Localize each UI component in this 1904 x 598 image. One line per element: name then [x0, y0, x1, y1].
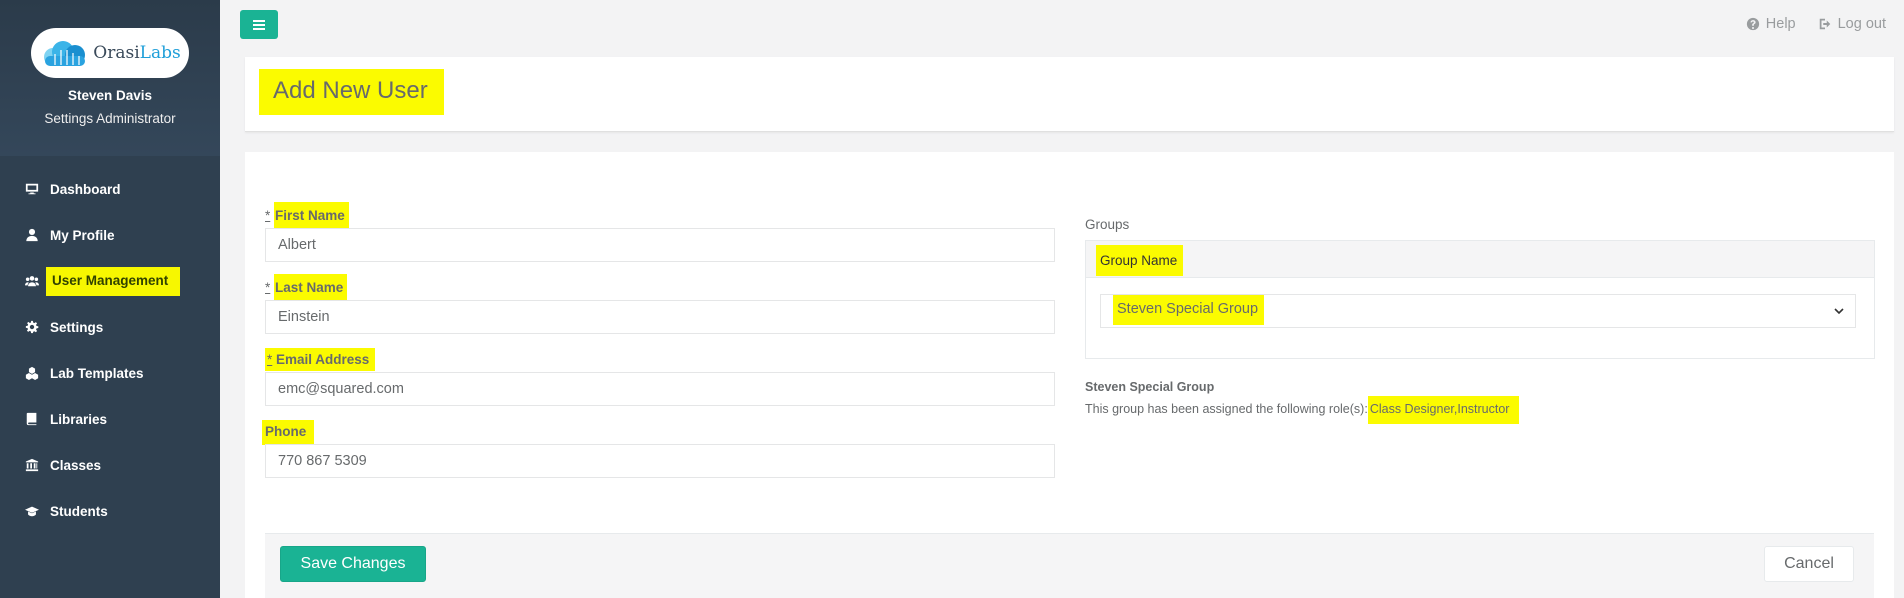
sidebar-item-libraries[interactable]: Libraries	[0, 396, 220, 442]
user-name: Steven Davis	[67, 88, 153, 103]
question-circle-icon	[1746, 17, 1759, 31]
phone-label: Phone	[262, 420, 315, 445]
cubes-icon	[24, 365, 40, 381]
first-name-label: * First Name	[265, 202, 349, 229]
sidebar-item-classes[interactable]: Classes	[0, 442, 220, 488]
sidebar-item-students[interactable]: Students	[0, 488, 220, 534]
save-changes-button[interactable]: Save Changes	[280, 546, 426, 582]
cloud-logo-icon	[44, 41, 86, 66]
groups-table-header: Group Name	[1086, 241, 1874, 278]
group-info-text: This group has been assigned the followi…	[1085, 396, 1520, 424]
sidebar-item-label: Lab Templates	[50, 365, 144, 381]
email-label: * Email Address	[265, 348, 376, 371]
page-heading: Add New User	[245, 57, 1894, 132]
sidebar-item-settings[interactable]: Settings	[0, 304, 220, 350]
logout-label: Log out	[1837, 16, 1886, 32]
top-navbar: Help Log out	[220, 0, 1904, 50]
group-roles: Class Designer,Instructor	[1367, 396, 1520, 424]
group-info-description: This group has been assigned the followi…	[1085, 402, 1368, 416]
groups-label: Groups	[1085, 217, 1130, 232]
group-select-value: Steven Special Group	[1113, 295, 1265, 325]
sidebar-item-lab-templates[interactable]: Lab Templates	[0, 350, 220, 396]
groups-panel: Group Name Steven Special Group	[1085, 240, 1875, 359]
help-link[interactable]: Help	[1746, 16, 1796, 32]
help-label: Help	[1765, 16, 1796, 32]
cancel-button[interactable]: Cancel	[1764, 546, 1854, 582]
sidebar-item-label: Students	[50, 503, 108, 519]
sidebar-item-my-profile[interactable]: My Profile	[0, 212, 220, 258]
book-icon	[24, 411, 40, 427]
graduation-cap-icon	[24, 503, 40, 519]
sign-out-icon	[1819, 18, 1830, 30]
first-name-input[interactable]: Albert	[265, 228, 1055, 262]
users-icon	[24, 273, 40, 289]
sidebar-item-label: Dashboard	[50, 181, 121, 197]
logout-link[interactable]: Log out	[1818, 16, 1886, 32]
user-icon	[24, 227, 40, 243]
institution-icon	[24, 457, 40, 473]
sidebar-item-label: Classes	[50, 457, 102, 473]
sidebar-item-label: User Management	[46, 266, 181, 296]
sidebar-item-label: Libraries	[50, 411, 108, 427]
group-name-column-header: Group Name	[1096, 245, 1184, 276]
page-title: Add New User	[259, 69, 444, 115]
phone-input[interactable]: 770 867 5309	[265, 444, 1055, 478]
group-info-title: Steven Special Group	[1085, 380, 1215, 394]
form-footer: Save Changes Cancel	[265, 533, 1874, 598]
user-form: * First Name Albert * Last Name Einstein…	[245, 152, 1894, 598]
sidebar-item-user-management[interactable]: User Management	[0, 258, 220, 304]
monitor-icon	[24, 181, 40, 197]
group-select[interactable]: Steven Special Group	[1100, 294, 1856, 328]
user-role: Settings Administrator	[44, 111, 176, 126]
sidebar-item-dashboard[interactable]: Dashboard	[0, 166, 220, 212]
sidebar-nav: Dashboard My Profile User Management Set…	[0, 166, 220, 534]
chevron-down-icon	[1834, 308, 1844, 315]
sidebar-item-label: My Profile	[50, 227, 115, 243]
email-input[interactable]: emc@squared.com	[265, 372, 1055, 406]
menu-toggle-button[interactable]	[240, 10, 278, 39]
sidebar: OrasiLabs Steven Davis Settings Administ…	[0, 0, 220, 598]
hamburger-icon	[253, 19, 265, 30]
gear-icon	[24, 319, 40, 335]
last-name-input[interactable]: Einstein	[265, 300, 1055, 334]
last-name-label: * Last Name	[265, 274, 348, 301]
sidebar-item-label: Settings	[50, 319, 104, 335]
top-links: Help Log out	[1746, 16, 1886, 32]
app-logo[interactable]: OrasiLabs	[31, 28, 189, 78]
logo-text: OrasiLabs	[93, 43, 181, 63]
profile-header: OrasiLabs Steven Davis Settings Administ…	[0, 0, 220, 156]
